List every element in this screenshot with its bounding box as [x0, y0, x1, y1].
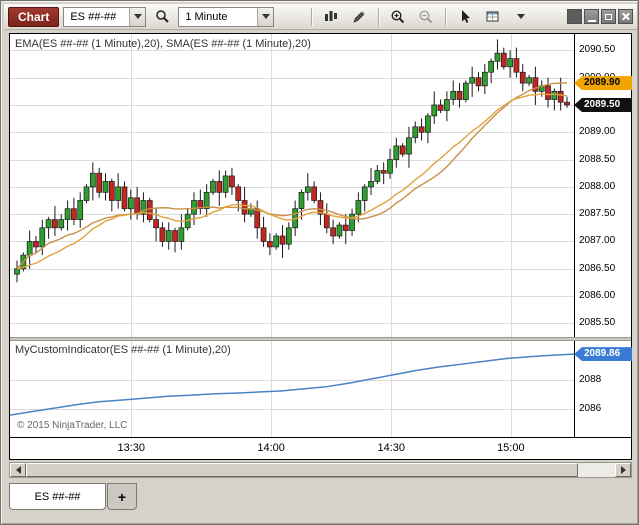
price-tick-label: 2087.00 [579, 235, 616, 247]
window-title-tab[interactable]: Chart [8, 6, 60, 27]
pencil-icon [353, 11, 366, 23]
indicator-price-axis[interactable]: 2089.86 2088 2086 [574, 341, 632, 437]
ma-value-badge: 2089.90 [574, 76, 632, 91]
price-tick-label: 2086.00 [579, 290, 616, 302]
toolbar-separator [445, 7, 447, 26]
search-icon [156, 10, 169, 23]
main-panel-label: EMA(ES ##-## (1 Minute),20), SMA(ES ##-#… [15, 38, 311, 50]
main-chart-canvas[interactable] [10, 34, 574, 337]
toolbar-separator [378, 7, 380, 26]
time-tick-label: 13:30 [117, 442, 146, 454]
close-button[interactable] [618, 9, 633, 24]
interval-value: 1 Minute [185, 10, 228, 23]
price-tick-label: 2085.50 [579, 317, 616, 329]
time-tick-label: 14:30 [377, 442, 406, 454]
chart-style-button[interactable] [319, 6, 343, 28]
zoom-in-button[interactable] [386, 6, 410, 28]
instrument-value: ES ##-## [70, 10, 117, 23]
time-tick-label: 15:00 [497, 442, 525, 454]
scroll-left-button[interactable] [10, 463, 26, 477]
zoom-out-button[interactable] [414, 6, 438, 28]
scroll-right-button[interactable] [615, 463, 631, 477]
toolbar: Chart ES ##-## 1 Minute [4, 4, 637, 30]
instrument-dropdown-button[interactable] [129, 7, 146, 26]
chevron-down-icon [517, 14, 526, 19]
indicator-line [10, 353, 574, 416]
tab-label: ES ##-## [34, 490, 81, 503]
instrument-search-button[interactable] [150, 6, 174, 28]
panel-splitter[interactable] [10, 337, 631, 341]
tab-es[interactable]: ES ##-## [9, 483, 106, 510]
chevron-down-icon [133, 14, 142, 19]
chart-frame: 2089.90 2089.50 2090.502090.002089.50208… [9, 33, 632, 460]
chart-style-icon [325, 11, 338, 21]
more-tools-button[interactable] [509, 6, 533, 28]
arrow-right-icon [620, 466, 626, 474]
price-tick-label: 2088.00 [579, 180, 616, 192]
tab-bar: ES ##-## + [4, 480, 637, 523]
window-controls [567, 9, 633, 24]
zoom-out-icon [419, 9, 433, 23]
restore-icon [605, 13, 612, 20]
copyright-text: © 2015 NinjaTrader, LLC [17, 420, 128, 431]
cursor-button[interactable] [453, 6, 477, 28]
add-tab-button[interactable]: + [107, 483, 137, 510]
restore-button[interactable] [601, 9, 616, 24]
zoom-in-icon [391, 9, 405, 23]
scrollbar-thumb[interactable] [26, 463, 578, 477]
indicator-panel-label: MyCustomIndicator(ES ##-## (1 Minute),20… [15, 344, 231, 356]
time-tick-label: 14:00 [257, 442, 285, 454]
toolbar-separator [311, 7, 313, 26]
price-axis[interactable]: 2089.90 2089.50 2090.502090.002089.50208… [574, 34, 632, 337]
indicator-tick-label: 2088 [579, 374, 602, 386]
h-scrollbar[interactable] [9, 462, 632, 478]
last-price-badge: 2089.50 [574, 97, 632, 112]
indicator-value-badge: 2089.86 [574, 347, 632, 362]
chart-window: Chart ES ##-## 1 Minute 2089.90 2089.50 … [0, 0, 639, 525]
price-tick-label: 2087.50 [579, 208, 616, 220]
indicator-tick-label: 2086 [579, 402, 602, 414]
cursor-icon [461, 9, 470, 23]
arrow-left-icon [15, 466, 21, 474]
instrument-selector[interactable]: ES ##-## [63, 6, 147, 27]
data-box-icon [486, 11, 499, 22]
price-tick-label: 2088.50 [579, 153, 616, 165]
interval-dropdown-button[interactable] [257, 7, 274, 26]
plus-icon: + [117, 488, 127, 505]
minimize-button[interactable] [584, 9, 599, 24]
price-tick-label: 2089.00 [579, 126, 616, 138]
minimize-icon [587, 19, 596, 22]
interval-selector[interactable]: 1 Minute [178, 6, 275, 27]
close-icon [621, 12, 630, 21]
price-tick-label: 2086.50 [579, 262, 616, 274]
drawing-tools-button[interactable] [347, 6, 371, 28]
data-box-button[interactable] [481, 6, 505, 28]
time-axis[interactable]: 13:30 14:00 14:30 15:00 [10, 437, 631, 459]
chevron-down-icon [261, 14, 270, 19]
window-menu-button[interactable] [567, 9, 582, 24]
price-tick-label: 2090.50 [579, 44, 616, 56]
